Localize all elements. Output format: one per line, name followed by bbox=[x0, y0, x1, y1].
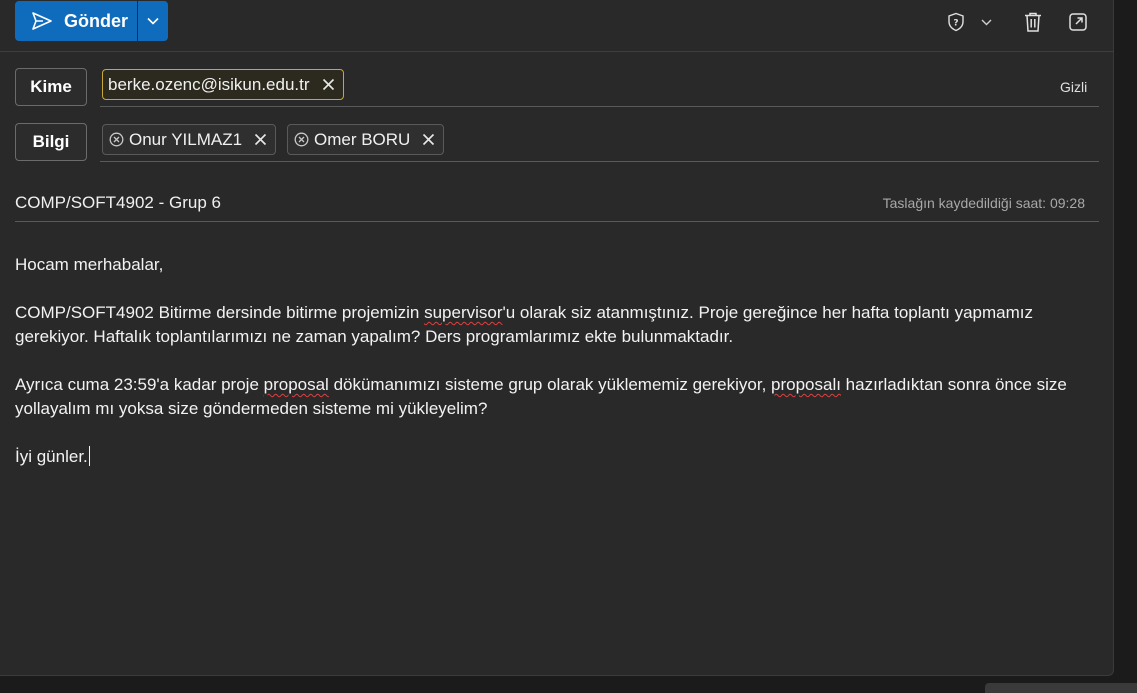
to-field-underline bbox=[100, 106, 1099, 107]
send-label: Gönder bbox=[64, 10, 129, 31]
horizontal-scrollbar[interactable] bbox=[985, 683, 1137, 693]
remove-recipient-icon[interactable] bbox=[322, 78, 335, 91]
cc-button[interactable]: Bilgi bbox=[15, 123, 87, 161]
body-text: İyi günler. bbox=[15, 447, 88, 466]
body-greeting: Hocam merhabalar, bbox=[15, 255, 164, 274]
shield-question-icon: ? bbox=[947, 12, 965, 32]
pop-out-icon bbox=[1068, 12, 1088, 32]
send-button[interactable]: Gönder bbox=[15, 1, 137, 41]
send-button-group: Gönder bbox=[15, 1, 168, 41]
send-icon bbox=[31, 11, 64, 31]
chevron-down-icon bbox=[147, 17, 159, 25]
compose-pane: Gönder ? Kime berke.ozenc@isikun.edu.tr … bbox=[0, 0, 1114, 676]
body-text: Ayrıca cuma 23:59'a kadar proje bbox=[15, 375, 264, 394]
bcc-button[interactable]: Gizli bbox=[1060, 79, 1087, 95]
body-text: COMP/SOFT4902 Bitirme dersinde bitirme p… bbox=[15, 303, 425, 322]
presence-unknown-icon bbox=[109, 132, 124, 147]
subject-input[interactable]: COMP/SOFT4902 - Grup 6 bbox=[15, 193, 221, 213]
recipient-address: berke.ozenc@isikun.edu.tr bbox=[108, 74, 310, 94]
body-paragraph-1: COMP/SOFT4902 Bitirme dersinde bitirme p… bbox=[15, 301, 1095, 349]
sensitivity-button[interactable]: ? bbox=[946, 10, 966, 34]
trash-icon bbox=[1023, 11, 1043, 33]
discard-button[interactable] bbox=[1022, 10, 1044, 34]
svg-text:?: ? bbox=[953, 19, 958, 29]
body-closing: İyi günler. bbox=[15, 445, 1095, 469]
cc-field-underline bbox=[100, 161, 1099, 162]
remove-recipient-icon[interactable] bbox=[422, 133, 435, 146]
body-paragraph-2: Ayrıca cuma 23:59'a kadar proje proposal… bbox=[15, 373, 1095, 421]
recipient-chip-cc[interactable]: Omer BORU bbox=[287, 124, 445, 155]
subject-underline bbox=[15, 221, 1099, 222]
compose-toolbar: Gönder ? bbox=[0, 0, 1114, 52]
sensitivity-dropdown[interactable] bbox=[978, 10, 994, 34]
spelling-error-word[interactable]: proposal bbox=[264, 375, 329, 394]
spelling-error-word[interactable]: proposalı bbox=[771, 375, 841, 394]
text-cursor bbox=[88, 446, 90, 466]
recipient-chip-cc[interactable]: Onur YILMAZ1 bbox=[102, 124, 277, 155]
recipient-name: Onur YILMAZ1 bbox=[129, 129, 243, 149]
recipient-chip-to[interactable]: berke.ozenc@isikun.edu.tr bbox=[102, 69, 344, 100]
send-options-button[interactable] bbox=[138, 1, 168, 41]
recipient-name: Omer BORU bbox=[314, 129, 411, 149]
chevron-down-icon bbox=[981, 19, 992, 26]
body-text: dökümanımızı sisteme grup olarak yükleme… bbox=[328, 375, 772, 394]
message-body-editor[interactable]: Hocam merhabalar, COMP/SOFT4902 Bitirme … bbox=[15, 253, 1095, 493]
presence-unknown-icon bbox=[294, 132, 309, 147]
spelling-error-word[interactable]: supervisor bbox=[424, 303, 502, 322]
to-button[interactable]: Kime bbox=[15, 68, 87, 106]
draft-saved-status: Taslağın kaydedildiği saat: 09:28 bbox=[882, 195, 1085, 211]
remove-recipient-icon[interactable] bbox=[254, 133, 267, 146]
pop-out-button[interactable] bbox=[1067, 10, 1089, 34]
